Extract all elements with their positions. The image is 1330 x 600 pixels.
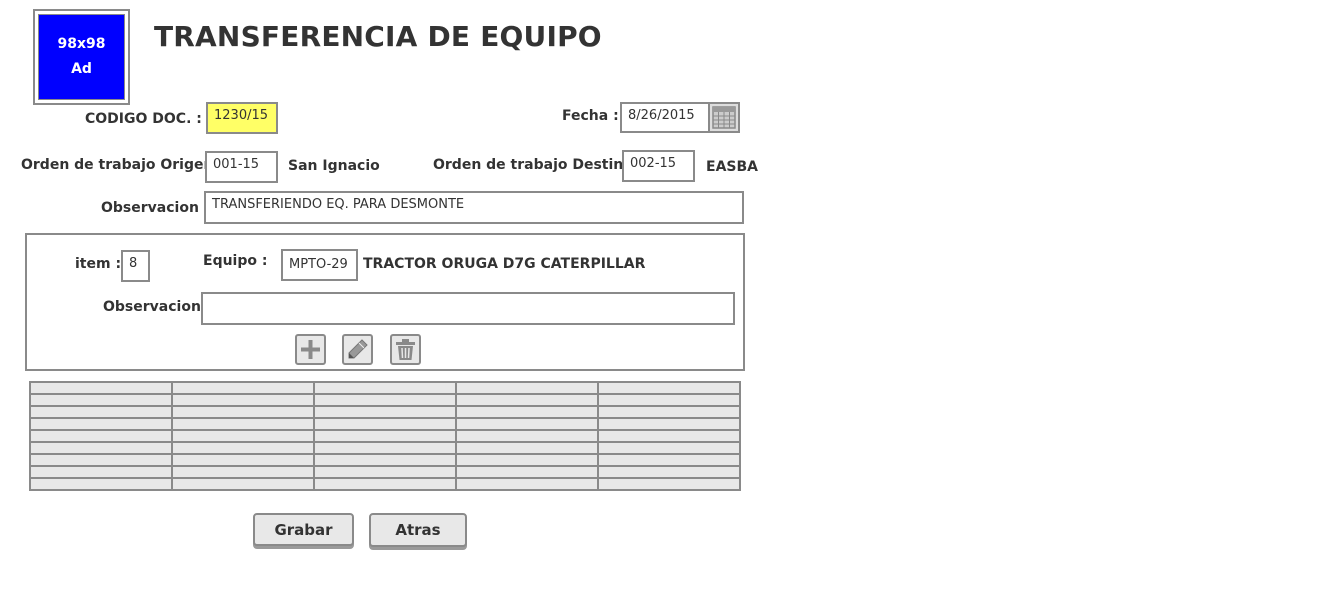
table-cell [29,405,173,419]
table-cell [29,381,173,395]
calendar-icon [712,106,736,129]
table-cell [313,381,457,395]
table-cell [29,393,173,407]
table-row[interactable] [29,477,741,491]
back-button[interactable]: Atras [369,513,467,547]
table-cell [171,453,315,467]
table-cell [455,477,599,491]
delete-item-button[interactable] [390,334,421,365]
table-cell [455,441,599,455]
fecha-label: Fecha : [562,108,619,124]
item-input[interactable]: 8 [121,250,150,282]
table-cell [597,453,741,467]
table-cell [171,381,315,395]
orden-origen-label: Orden de trabajo Origen : [21,157,224,173]
item-observacion-input[interactable] [201,292,735,325]
table-cell [455,393,599,407]
table-cell [171,429,315,443]
table-cell [29,417,173,431]
table-row[interactable] [29,429,741,443]
table-cell [171,393,315,407]
ad-placeholder: 98x98 Ad [33,9,130,105]
add-item-button[interactable] [295,334,326,365]
table-cell [597,417,741,431]
table-row[interactable] [29,441,741,455]
pencil-icon [348,339,368,359]
table-cell [455,429,599,443]
orden-destino-name: EASBA [706,159,758,175]
table-header-row [29,381,741,395]
table-cell [171,441,315,455]
table-cell [29,465,173,479]
table-cell [313,405,457,419]
table-cell [313,393,457,407]
equipo-description: TRACTOR ORUGA D7G CATERPILLAR [363,256,646,272]
table-cell [171,477,315,491]
equipo-code-input[interactable]: MPTO-29 [281,249,358,281]
fecha-input[interactable]: 8/26/2015 [620,102,710,133]
table-cell [455,405,599,419]
ad-box: 98x98 Ad [38,14,125,100]
table-cell [313,417,457,431]
table-cell [455,381,599,395]
item-observacion-label: Observacion : [103,299,212,315]
table-cell [597,465,741,479]
table-cell [313,453,457,467]
table-cell [597,393,741,407]
table-cell [455,417,599,431]
observacion-input[interactable]: TRANSFERIENDO EQ. PARA DESMONTE [204,191,744,224]
table-cell [597,381,741,395]
table-cell [597,477,741,491]
orden-origen-name: San Ignacio [288,158,380,174]
table-cell [29,453,173,467]
orden-destino-label: Orden de trabajo Destino : [433,157,644,173]
table-row[interactable] [29,417,741,431]
table-cell [313,477,457,491]
edit-item-button[interactable] [342,334,373,365]
items-table [29,381,741,491]
table-cell [313,465,457,479]
orden-origen-input[interactable]: 001-15 [205,151,278,183]
page-title: TRANSFERENCIA DE EQUIPO [154,20,602,53]
observacion-label: Observacion : [101,200,210,216]
table-cell [29,477,173,491]
plus-icon [301,340,320,359]
table-row[interactable] [29,405,741,419]
ad-label: Ad [71,61,92,77]
table-cell [597,405,741,419]
table-cell [455,465,599,479]
codigo-doc-input[interactable]: 1230/15 [206,102,278,134]
table-cell [29,441,173,455]
table-row[interactable] [29,453,741,467]
table-cell [455,453,599,467]
ad-size-label: 98x98 [57,36,106,52]
table-cell [29,429,173,443]
table-cell [171,417,315,431]
table-cell [313,429,457,443]
table-row[interactable] [29,393,741,407]
orden-destino-input[interactable]: 002-15 [622,150,695,182]
table-cell [313,441,457,455]
item-label: item : [75,256,122,272]
equipo-label: Equipo : [203,253,268,269]
table-cell [597,441,741,455]
table-cell [171,465,315,479]
table-row[interactable] [29,465,741,479]
trash-icon [396,339,415,360]
table-cell [597,429,741,443]
table-cell [171,405,315,419]
calendar-button[interactable] [708,102,740,133]
codigo-doc-label: CODIGO DOC. : [85,111,202,127]
save-button[interactable]: Grabar [253,513,354,546]
